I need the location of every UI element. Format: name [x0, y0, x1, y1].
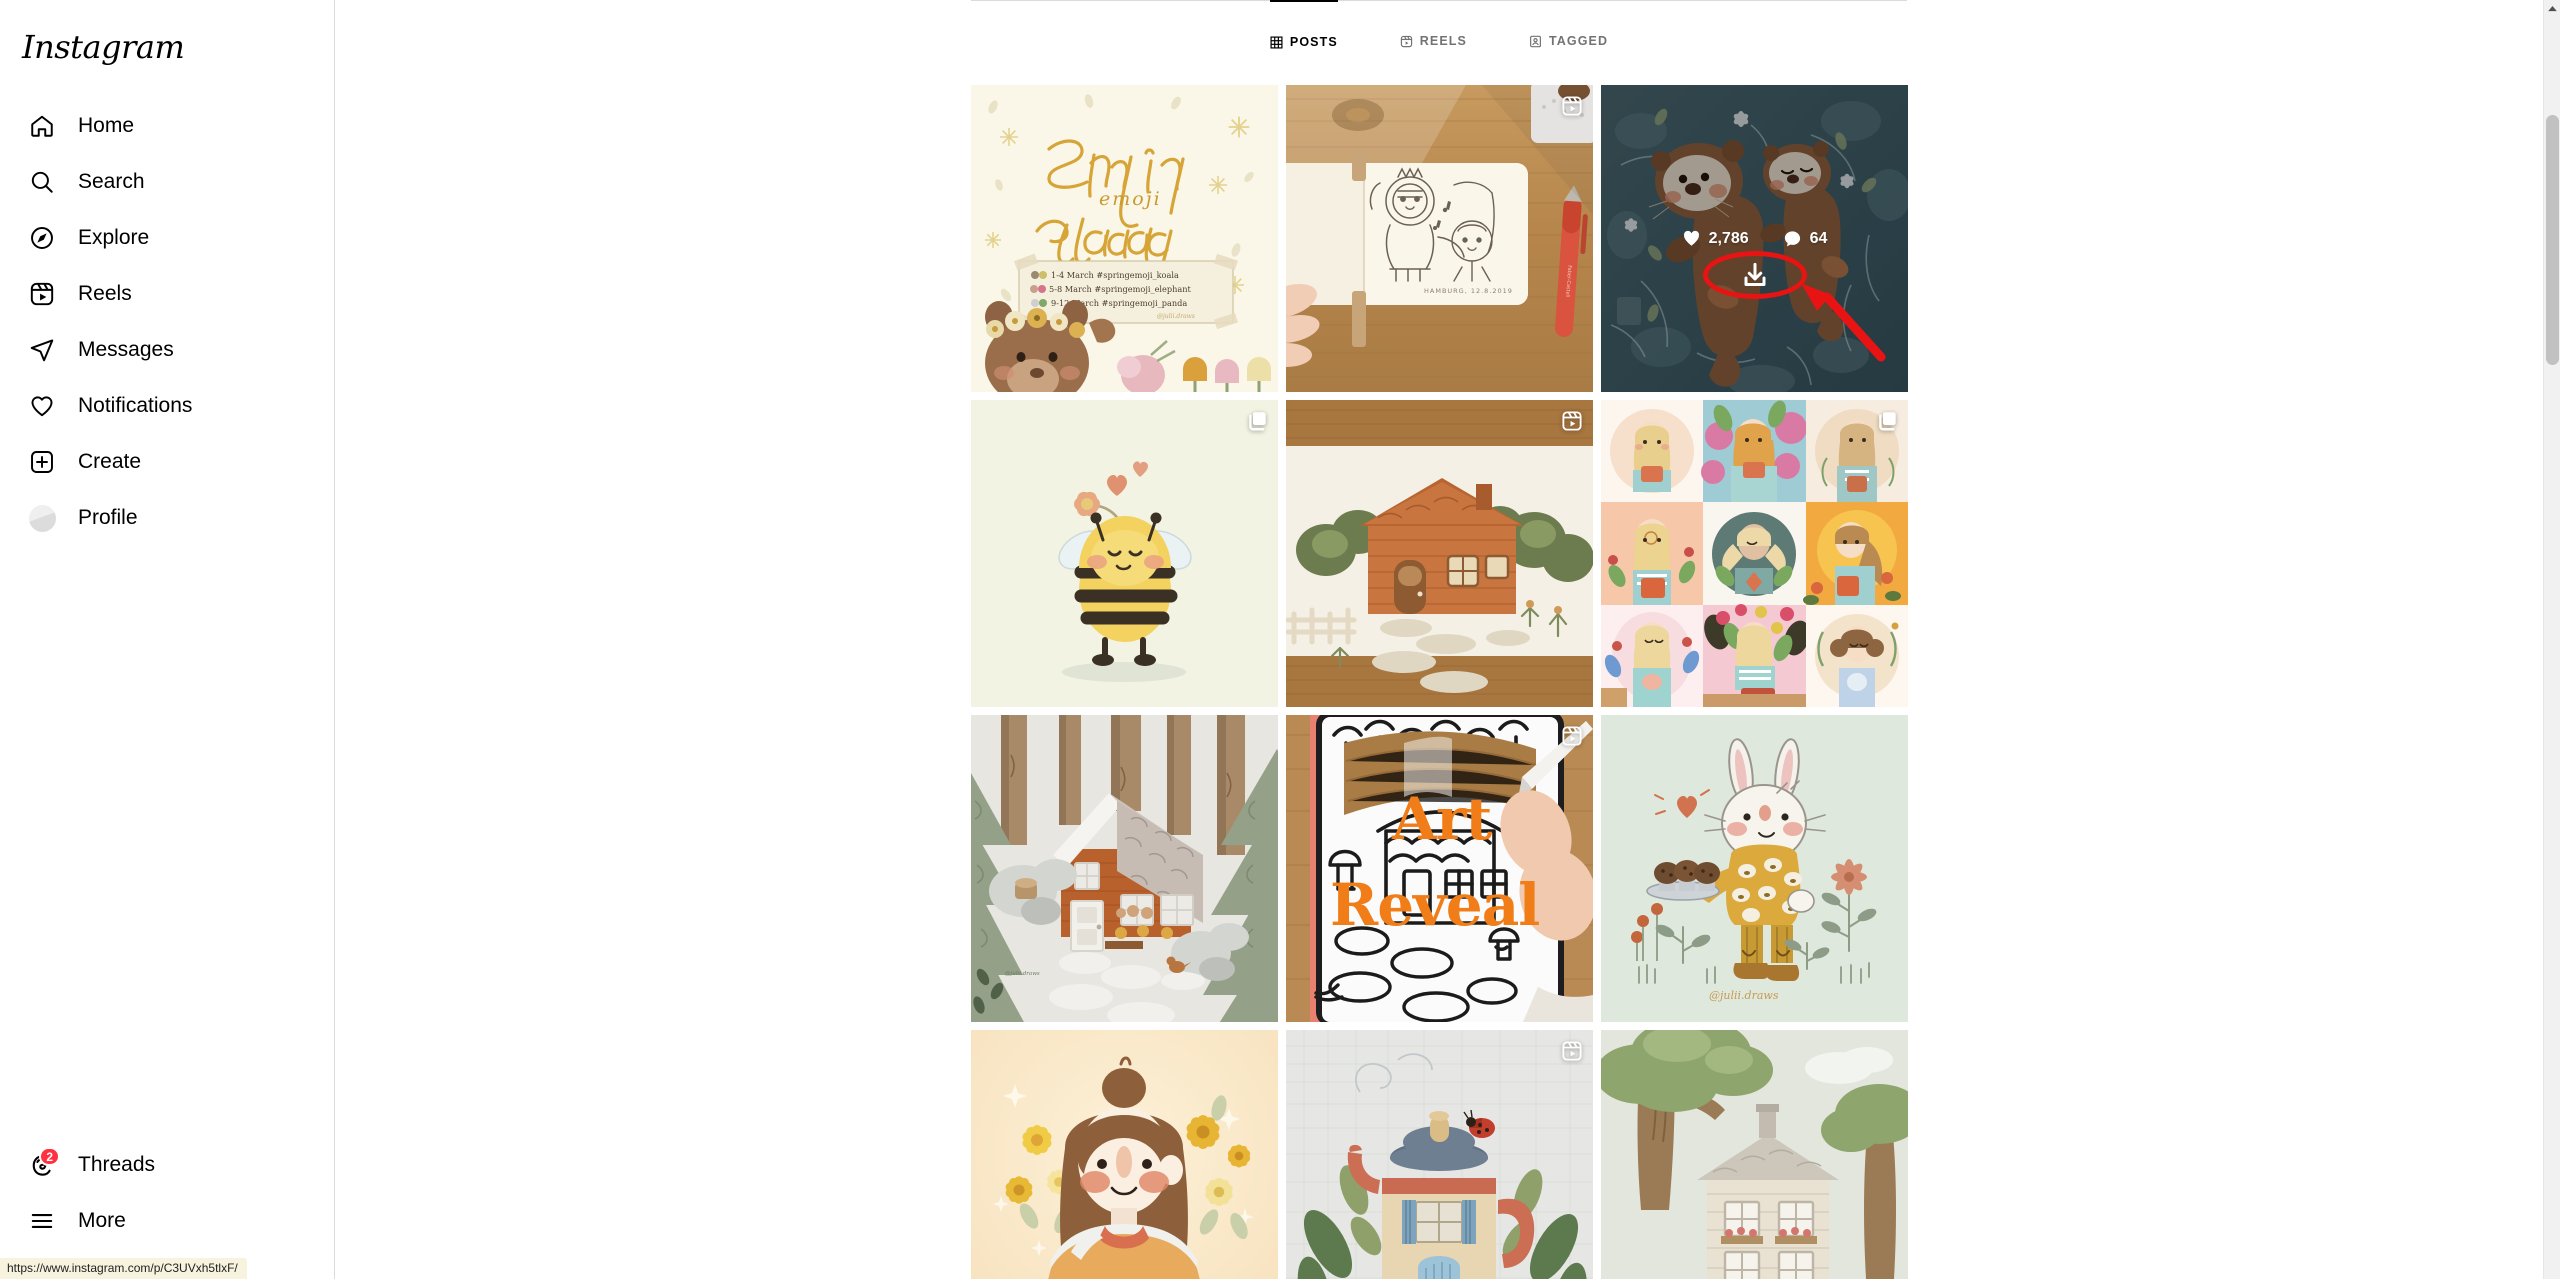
post-tile[interactable] — [971, 400, 1278, 707]
sidebar-item-label: More — [78, 1209, 126, 1232]
sidebar-item-notifications[interactable]: Notifications — [10, 378, 325, 434]
post-tile[interactable] — [1601, 400, 1908, 707]
post-tile[interactable]: HAMBURG, 12.8.2019 Faber-Castell — [1286, 85, 1593, 392]
chevron-up-icon — [2548, 5, 2557, 11]
post-thumbnail: emoji 1-4 March #springemoji_koala 5-8 M… — [971, 85, 1278, 392]
reels-icon — [1400, 35, 1412, 47]
tab-posts[interactable]: POSTS — [1269, 0, 1338, 58]
post-tile[interactable]: @julii.draws — [971, 715, 1278, 1022]
page-scrollbar[interactable] — [2543, 0, 2560, 1279]
profile-content-column: POSTS REELS TAGGED emoji 1-4 March #spri… — [971, 0, 1908, 1279]
svg-text:Reveal: Reveal — [1330, 871, 1539, 939]
scrollbar-thumb[interactable] — [2546, 115, 2559, 365]
compass-icon — [22, 218, 62, 258]
reel-type-icon — [1561, 95, 1583, 117]
reel-type-icon — [1561, 410, 1583, 432]
heart-icon — [1683, 230, 1699, 246]
browser-status-url: https://www.instagram.com/p/C3UVxh5tlxF/ — [0, 1258, 247, 1279]
reel-type-icon — [1561, 725, 1583, 747]
post-tile-hovered[interactable]: 2,786 64 — [1601, 85, 1908, 392]
post-hover-overlay: 2,786 64 — [1601, 85, 1908, 392]
svg-text:@julii.draws: @julii.draws — [1709, 989, 1779, 1002]
sidebar-item-label: Threads — [78, 1153, 156, 1176]
hamburger-icon — [22, 1201, 62, 1241]
sidebar-item-label: Search — [78, 170, 145, 193]
main-content: POSTS REELS TAGGED emoji 1-4 March #spri… — [335, 0, 2543, 1279]
comment-count: 64 — [1783, 229, 1827, 248]
scrollbar-up-arrow[interactable] — [2544, 0, 2560, 17]
like-count: 2,786 — [1682, 229, 1749, 248]
plus-square-icon — [22, 442, 62, 482]
download-icon[interactable] — [1738, 258, 1772, 292]
svg-text:5-8 March #springemoji_elepha: 5-8 March #springemoji_elephant — [1049, 284, 1192, 294]
sidebar-item-label: Home — [78, 114, 135, 137]
comment-icon — [1784, 231, 1800, 247]
sidebar-item-label: Notifications — [78, 394, 193, 417]
svg-text:@julii.draws: @julii.draws — [1157, 313, 1195, 320]
post-tile[interactable]: Art Reveal — [1286, 715, 1593, 1022]
svg-text:@julii.draws: @julii.draws — [1005, 970, 1040, 977]
sidebar-item-threads[interactable]: 2 Threads — [10, 1137, 325, 1193]
tagged-icon — [1529, 35, 1541, 47]
post-thumbnail — [971, 400, 1278, 707]
sidebar-item-profile[interactable]: Profile — [10, 490, 325, 546]
grid-icon — [1270, 35, 1283, 49]
post-thumbnail: Art Reveal — [1286, 715, 1593, 1022]
search-icon — [22, 162, 62, 202]
tab-label: TAGGED — [1548, 34, 1609, 48]
tab-label: REELS — [1419, 34, 1467, 48]
post-tile[interactable] — [1601, 1030, 1908, 1279]
carousel-type-icon — [1246, 410, 1268, 432]
post-thumbnail — [1601, 400, 1908, 707]
post-thumbnail: HAMBURG, 12.8.2019 Faber-Castell — [1286, 85, 1593, 392]
reel-type-icon — [1561, 1040, 1583, 1062]
carousel-type-icon — [1876, 410, 1898, 432]
profile-tabs: POSTS REELS TAGGED — [971, 0, 1907, 85]
post-tile[interactable] — [971, 1030, 1278, 1279]
sidebar-item-create[interactable]: Create — [10, 434, 325, 490]
heart-icon — [22, 386, 62, 426]
sidebar-item-label: Messages — [78, 338, 174, 361]
post-thumbnail — [971, 1030, 1278, 1279]
sidebar-nav-primary: Home Search Explore Reels Messages Notif… — [10, 98, 325, 546]
sidebar-item-messages[interactable]: Messages — [10, 322, 325, 378]
post-thumbnail: @julii.draws — [971, 715, 1278, 1022]
post-tile[interactable]: emoji 1-4 March #springemoji_koala 5-8 M… — [971, 85, 1278, 392]
reels-icon — [22, 274, 62, 314]
sidebar-item-reels[interactable]: Reels — [10, 266, 325, 322]
post-thumbnail — [1286, 1030, 1593, 1279]
post-thumbnail: @julii.draws — [1601, 715, 1908, 1022]
sidebar-nav-secondary: 2 Threads More — [10, 1137, 325, 1249]
sidebar: Instagram Home Search Explore Reels Mess… — [0, 0, 335, 1279]
sidebar-item-label: Profile — [78, 506, 138, 529]
sidebar-item-label: Explore — [78, 226, 150, 249]
sidebar-item-label: Reels — [78, 282, 132, 305]
home-icon — [22, 106, 62, 146]
tab-label: POSTS — [1289, 35, 1338, 49]
avatar — [28, 504, 56, 532]
instagram-logo[interactable]: Instagram — [22, 28, 185, 66]
svg-text:Art: Art — [1391, 785, 1493, 853]
post-tile[interactable] — [1286, 400, 1593, 707]
instagram-profile-page: Instagram Home Search Explore Reels Mess… — [0, 0, 2560, 1279]
tab-reels[interactable]: REELS — [1400, 0, 1467, 58]
post-grid: emoji 1-4 March #springemoji_koala 5-8 M… — [971, 85, 1908, 1279]
sidebar-item-more[interactable]: More — [10, 1193, 325, 1249]
svg-text:emoji: emoji — [1099, 188, 1162, 210]
messenger-icon — [22, 330, 62, 370]
sidebar-item-explore[interactable]: Explore — [10, 210, 325, 266]
sidebar-item-home[interactable]: Home — [10, 98, 325, 154]
sidebar-item-label: Create — [78, 450, 142, 473]
threads-icon: 2 — [22, 1145, 62, 1185]
threads-badge: 2 — [39, 1147, 60, 1166]
tab-tagged[interactable]: TAGGED — [1529, 0, 1608, 58]
sidebar-item-search[interactable]: Search — [10, 154, 325, 210]
post-thumbnail — [1286, 400, 1593, 707]
avatar-icon — [22, 498, 62, 538]
post-tile[interactable]: @julii.draws — [1601, 715, 1908, 1022]
svg-text:1-4 March #springemoji_koala: 1-4 March #springemoji_koala — [1051, 270, 1179, 280]
post-thumbnail — [1601, 1030, 1908, 1279]
post-tile[interactable] — [1286, 1030, 1593, 1279]
